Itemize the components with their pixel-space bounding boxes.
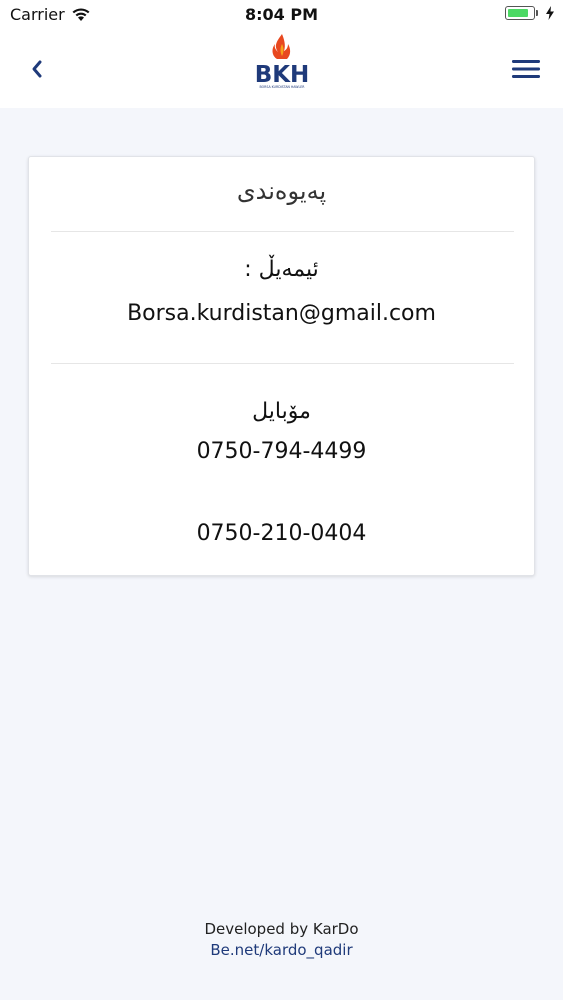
- developer-credit: Developed by KarDo: [204, 920, 359, 938]
- nav-bar: BKH BORSA KURDISTAN HAWLER: [0, 30, 563, 108]
- battery-level: [507, 8, 528, 17]
- logo-subtext: BORSA KURDISTAN HAWLER: [260, 85, 306, 89]
- email-divider: [51, 363, 514, 364]
- phone-number-2[interactable]: 0750-210-0404: [29, 521, 534, 546]
- contact-card: پەیوەندی ئیمەیڵ : Borsa.kurdistan@gmail.…: [28, 156, 535, 576]
- status-right: [505, 6, 555, 20]
- phone-number-1[interactable]: 0750-794-4499: [29, 439, 534, 464]
- contact-title: پەیوەندی: [236, 177, 327, 205]
- email-label: ئیمەیڵ :: [244, 257, 319, 282]
- email-address[interactable]: Borsa.kurdistan@gmail.com: [29, 301, 534, 326]
- charging-bolt-icon: [546, 6, 554, 20]
- chevron-left-icon: [32, 60, 42, 78]
- hamburger-menu-icon[interactable]: [511, 58, 541, 80]
- title-divider: [51, 231, 514, 232]
- battery-icon: [505, 6, 538, 20]
- status-bar: Carrier 8:04 PM: [0, 0, 563, 30]
- status-time: 8:04 PM: [244, 5, 318, 24]
- back-button[interactable]: [22, 54, 52, 84]
- bkh-logo: BKH BORSA KURDISTAN HAWLER: [255, 34, 309, 89]
- mobile-label: مۆبایل: [252, 399, 311, 424]
- developer-link[interactable]: Be.net/kardo_qadir: [0, 941, 563, 959]
